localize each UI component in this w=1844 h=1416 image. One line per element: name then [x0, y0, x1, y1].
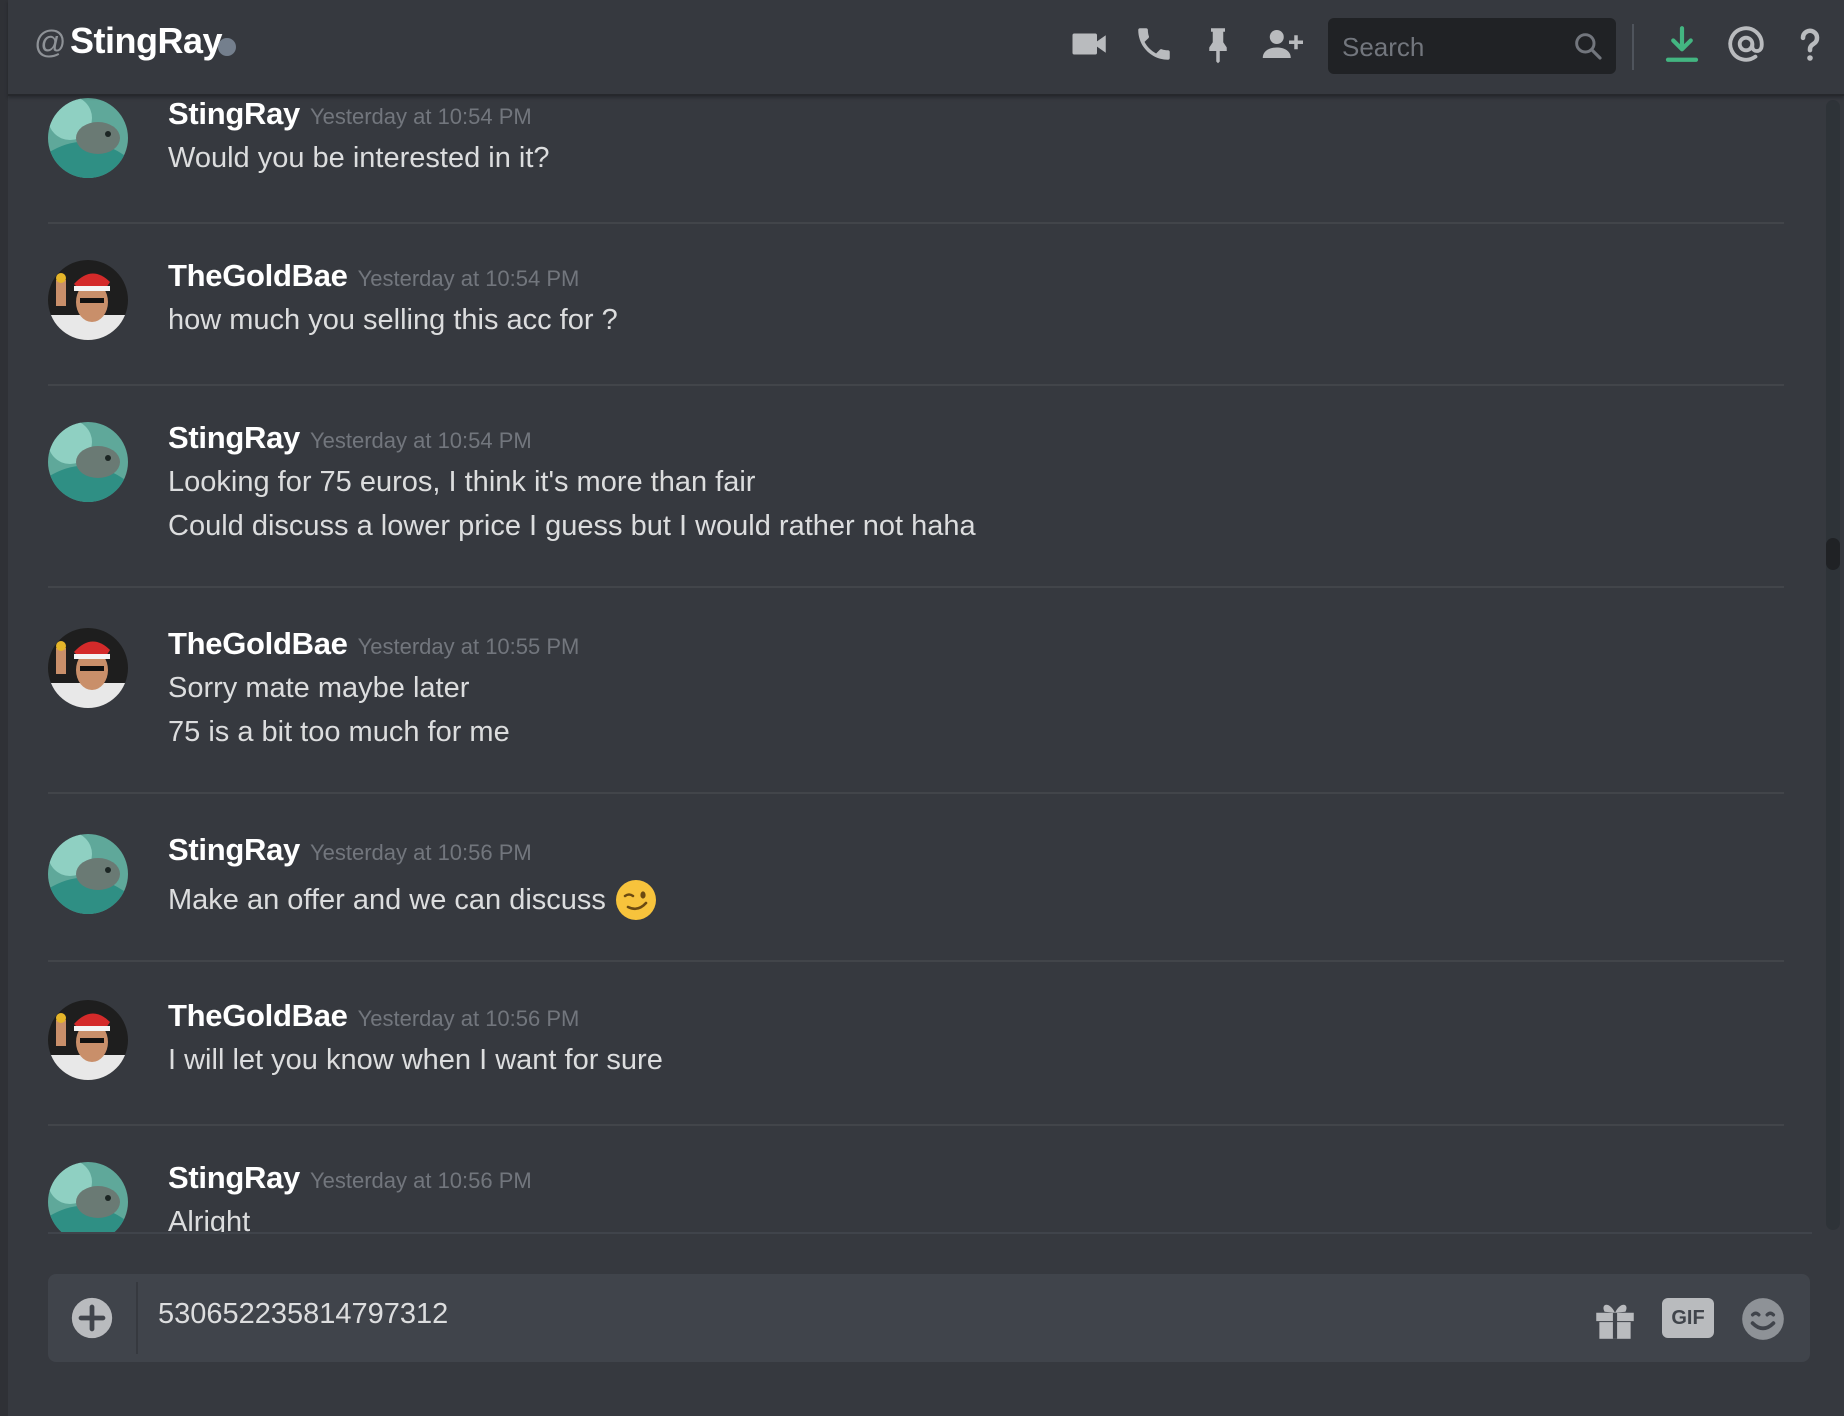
goldbae-avatar[interactable]	[48, 1000, 128, 1080]
message-author[interactable]: StingRay Yesterday at 10:54 PM	[168, 96, 532, 132]
gif-icon[interactable]: GIF	[1662, 1298, 1714, 1338]
search-bar[interactable]	[1328, 18, 1616, 74]
pin-icon[interactable]	[1194, 20, 1242, 68]
phone-call-icon[interactable]	[1130, 20, 1178, 68]
message-author[interactable]: StingRay Yesterday at 10:56 PM	[168, 1160, 532, 1196]
channel-header: @ StingRay	[8, 0, 1844, 96]
message-text: Looking for 75 euros, I think it's more …	[168, 466, 756, 498]
message-timestamp: Yesterday at 10:56 PM	[309, 1168, 532, 1193]
gift-icon[interactable]	[1590, 1294, 1640, 1344]
message-divider	[48, 222, 1784, 224]
message-timestamp: Yesterday at 10:54 PM	[309, 104, 532, 129]
message-divider	[48, 960, 1784, 962]
search-icon[interactable]	[1572, 30, 1604, 62]
messages-bottom-divider	[48, 1232, 1812, 1234]
message-divider	[48, 384, 1784, 386]
message-divider	[48, 1124, 1784, 1126]
search-input[interactable]	[1340, 26, 1564, 68]
left-edge-strip	[0, 0, 8, 1416]
message-text: Could discuss a lower price I guess but …	[168, 510, 976, 542]
stingray-avatar[interactable]	[48, 1162, 128, 1232]
download-icon[interactable]	[1658, 20, 1706, 68]
message-author[interactable]: TheGoldBae Yesterday at 10:54 PM	[168, 258, 579, 294]
message-timestamp: Yesterday at 10:56 PM	[309, 840, 532, 865]
message-author[interactable]: TheGoldBae Yesterday at 10:56 PM	[168, 998, 579, 1034]
message-text: I will let you know when I want for sure	[168, 1044, 663, 1076]
message-text: Alright	[168, 1206, 251, 1232]
message-line: Make an offer and we can discuss	[168, 878, 658, 922]
message-author[interactable]: StingRay Yesterday at 10:54 PM	[168, 420, 532, 456]
message-divider	[48, 792, 1784, 794]
upload-plus-icon[interactable]	[70, 1296, 114, 1340]
message-input[interactable]: 530652235814797312	[158, 1298, 448, 1331]
message-text: Would you be interested in it?	[168, 142, 550, 174]
stingray-avatar[interactable]	[48, 422, 128, 502]
gif-label: GIF	[1671, 1306, 1705, 1329]
mention-icon[interactable]	[1722, 20, 1770, 68]
message-list: StingRay Yesterday at 10:54 PM Would you …	[8, 96, 1828, 1232]
message-text: 75 is a bit too much for me	[168, 716, 510, 748]
at-symbol: @	[34, 24, 67, 60]
stingray-avatar[interactable]	[48, 98, 128, 178]
header-divider	[1632, 24, 1634, 70]
composer-divider	[136, 1282, 138, 1354]
emoji-picker-icon[interactable]	[1738, 1294, 1788, 1344]
add-friend-icon[interactable]	[1258, 20, 1306, 68]
message-text: Sorry mate maybe later	[168, 672, 470, 704]
message-timestamp: Yesterday at 10:54 PM	[357, 266, 580, 291]
message-timestamp: Yesterday at 10:54 PM	[309, 428, 532, 453]
message-text: Make an offer and we can discuss	[168, 883, 606, 916]
help-icon[interactable]	[1786, 20, 1834, 68]
message-text: how much you selling this acc for ?	[168, 304, 618, 336]
video-call-icon[interactable]	[1066, 20, 1114, 68]
message-composer: 530652235814797312 GIF	[48, 1274, 1810, 1362]
goldbae-avatar[interactable]	[48, 628, 128, 708]
message-timestamp: Yesterday at 10:55 PM	[357, 634, 580, 659]
goldbae-avatar[interactable]	[48, 260, 128, 340]
wink-emoji	[615, 880, 656, 920]
message-author[interactable]: StingRay Yesterday at 10:56 PM	[168, 832, 532, 868]
scrollbar-track[interactable]	[1826, 100, 1840, 1230]
offline-status-indicator	[218, 38, 236, 56]
channel-title: StingRay	[70, 20, 223, 61]
message-divider	[48, 586, 1784, 588]
stingray-avatar[interactable]	[48, 834, 128, 914]
scrollbar-thumb[interactable]	[1826, 538, 1840, 570]
message-timestamp: Yesterday at 10:56 PM	[357, 1006, 580, 1031]
message-author[interactable]: TheGoldBae Yesterday at 10:55 PM	[168, 626, 579, 662]
